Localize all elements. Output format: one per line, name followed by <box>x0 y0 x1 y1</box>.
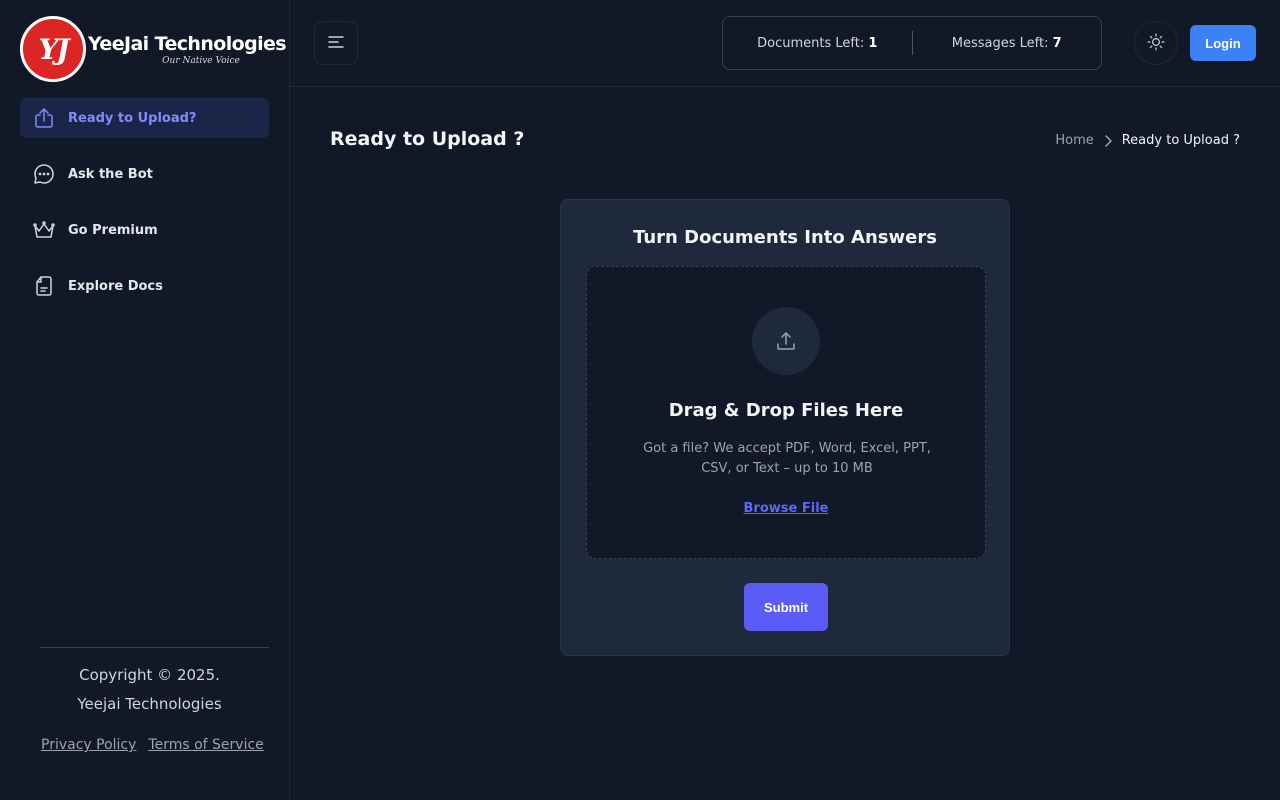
sidebar: YJ YeeJai Technologies Our Native Voice … <box>0 0 290 800</box>
menu-icon <box>328 35 344 52</box>
crown-icon <box>32 218 56 242</box>
upload-card: Turn Documents Into Answers Drag & Drop … <box>560 199 1010 656</box>
login-button[interactable]: Login <box>1190 25 1256 61</box>
sidebar-item-label: Ready to Upload? <box>68 110 197 126</box>
messages-left-label: Messages Left: <box>951 35 1049 51</box>
top-header: Documents Left: 1 Messages Left: 7 Login <box>290 0 1280 87</box>
theme-toggle-button[interactable] <box>1134 21 1178 65</box>
chevron-right-icon <box>1104 134 1112 147</box>
document-icon <box>32 274 56 298</box>
messages-left-counter: Messages Left: 7 <box>913 36 1102 51</box>
page-title: Ready to Upload ? <box>330 128 525 150</box>
upload-card-title: Turn Documents Into Answers <box>633 227 937 248</box>
breadcrumb-home-link[interactable]: Home <box>1055 133 1093 148</box>
sidebar-item-label: Ask the Bot <box>68 166 153 182</box>
sidebar-footer: Copyright © 2025. Yeejai Technologies Pr… <box>40 647 269 753</box>
logo-emblem: YJ <box>20 16 86 82</box>
sidebar-item-go-premium[interactable]: Go Premium <box>20 210 269 250</box>
copyright-company: Yeejai Technologies <box>77 695 222 713</box>
messages-left-value: 7 <box>1052 35 1062 51</box>
usage-counters: Documents Left: 1 Messages Left: 7 <box>722 16 1102 70</box>
sidebar-item-explore-docs[interactable]: Explore Docs <box>20 266 269 306</box>
upload-icon <box>32 106 56 130</box>
footer-links: Privacy Policy Terms of Service <box>41 737 269 753</box>
sun-icon <box>1147 33 1165 54</box>
sidebar-item-ready-to-upload[interactable]: Ready to Upload? <box>20 98 269 138</box>
chat-bubble-icon <box>32 162 56 186</box>
sidebar-nav: Ready to Upload? Ask the Bot Go Premium <box>20 98 269 322</box>
breadcrumb-current: Ready to Upload ? <box>1121 133 1240 148</box>
submit-button[interactable]: Submit <box>744 583 828 631</box>
documents-left-value: 1 <box>868 35 878 51</box>
brand-name: YeeJai Technologies <box>88 32 287 55</box>
breadcrumb: Home Ready to Upload ? <box>1055 133 1240 148</box>
copyright: Copyright © 2025. Yeejai Technologies <box>30 661 269 719</box>
sidebar-item-label: Go Premium <box>68 222 158 238</box>
browse-file-link[interactable]: Browse File <box>587 501 985 516</box>
brand-logo[interactable]: YJ YeeJai Technologies Our Native Voice <box>20 14 287 84</box>
logo-text: YeeJai Technologies Our Native Voice <box>88 32 287 66</box>
sidebar-item-label: Explore Docs <box>68 278 163 294</box>
file-dropzone[interactable]: Drag & Drop Files Here Got a file? We ac… <box>586 266 986 559</box>
dropzone-title: Drag & Drop Files Here <box>668 400 904 421</box>
terms-of-service-link[interactable]: Terms of Service <box>148 737 263 753</box>
privacy-policy-link[interactable]: Privacy Policy <box>41 737 136 753</box>
brand-tagline: Our Native Voice <box>162 55 240 66</box>
upload-icon <box>752 307 820 375</box>
documents-left-label: Documents Left: <box>757 35 865 51</box>
sidebar-item-ask-the-bot[interactable]: Ask the Bot <box>20 154 269 194</box>
copyright-line: Copyright © 2025. <box>79 666 220 684</box>
documents-left-counter: Documents Left: 1 <box>723 36 912 51</box>
menu-toggle-button[interactable] <box>314 21 358 65</box>
dropzone-description: Got a file? We accept PDF, Word, Excel, … <box>643 441 931 476</box>
